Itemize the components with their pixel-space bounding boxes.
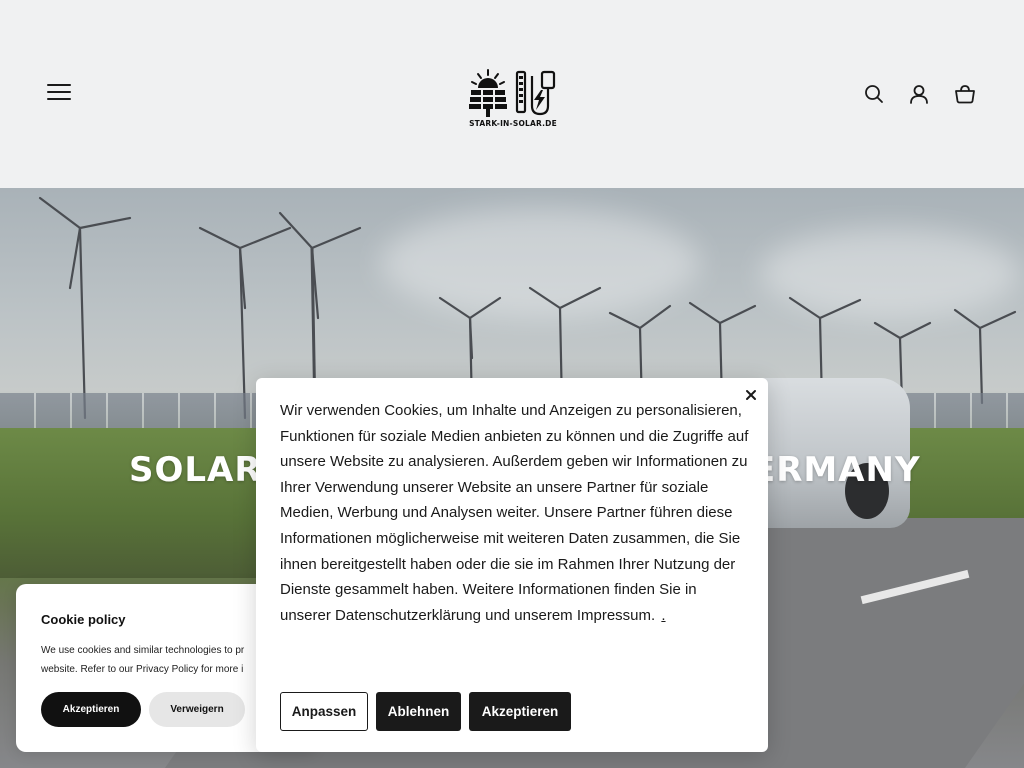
hero-title-right: ERMANY	[752, 450, 921, 490]
reject-button[interactable]: Ablehnen	[376, 692, 461, 731]
consent-text: Wir verwenden Cookies, um Inhalte und An…	[280, 402, 749, 624]
search-icon[interactable]	[863, 83, 885, 105]
logo-text: STARK-IN-SOLAR.DE	[469, 119, 557, 128]
accept-button[interactable]: Akzeptieren	[469, 692, 571, 731]
site-logo[interactable]: STARK-IN-SOLAR.DE	[462, 66, 564, 132]
user-account-icon[interactable]	[908, 83, 930, 105]
customize-button[interactable]: Anpassen	[280, 692, 368, 731]
cookie-decline-button[interactable]: Verweigern	[149, 692, 245, 727]
shopping-basket-icon[interactable]	[954, 83, 976, 105]
site-header: STARK-IN-SOLAR.DE	[0, 0, 1024, 188]
cookie-policy-title: Cookie policy	[41, 612, 126, 627]
hamburger-menu-icon[interactable]	[47, 84, 71, 104]
cookie-consent-modal: Wir verwenden Cookies, um Inhalte und An…	[256, 378, 768, 752]
consent-text-block: Wir verwenden Cookies, um Inhalte und An…	[280, 398, 750, 628]
cookie-accept-button[interactable]: Akzeptieren	[41, 692, 141, 727]
consent-more-link[interactable]: .	[661, 607, 665, 624]
solar-logo-icon	[469, 69, 556, 117]
